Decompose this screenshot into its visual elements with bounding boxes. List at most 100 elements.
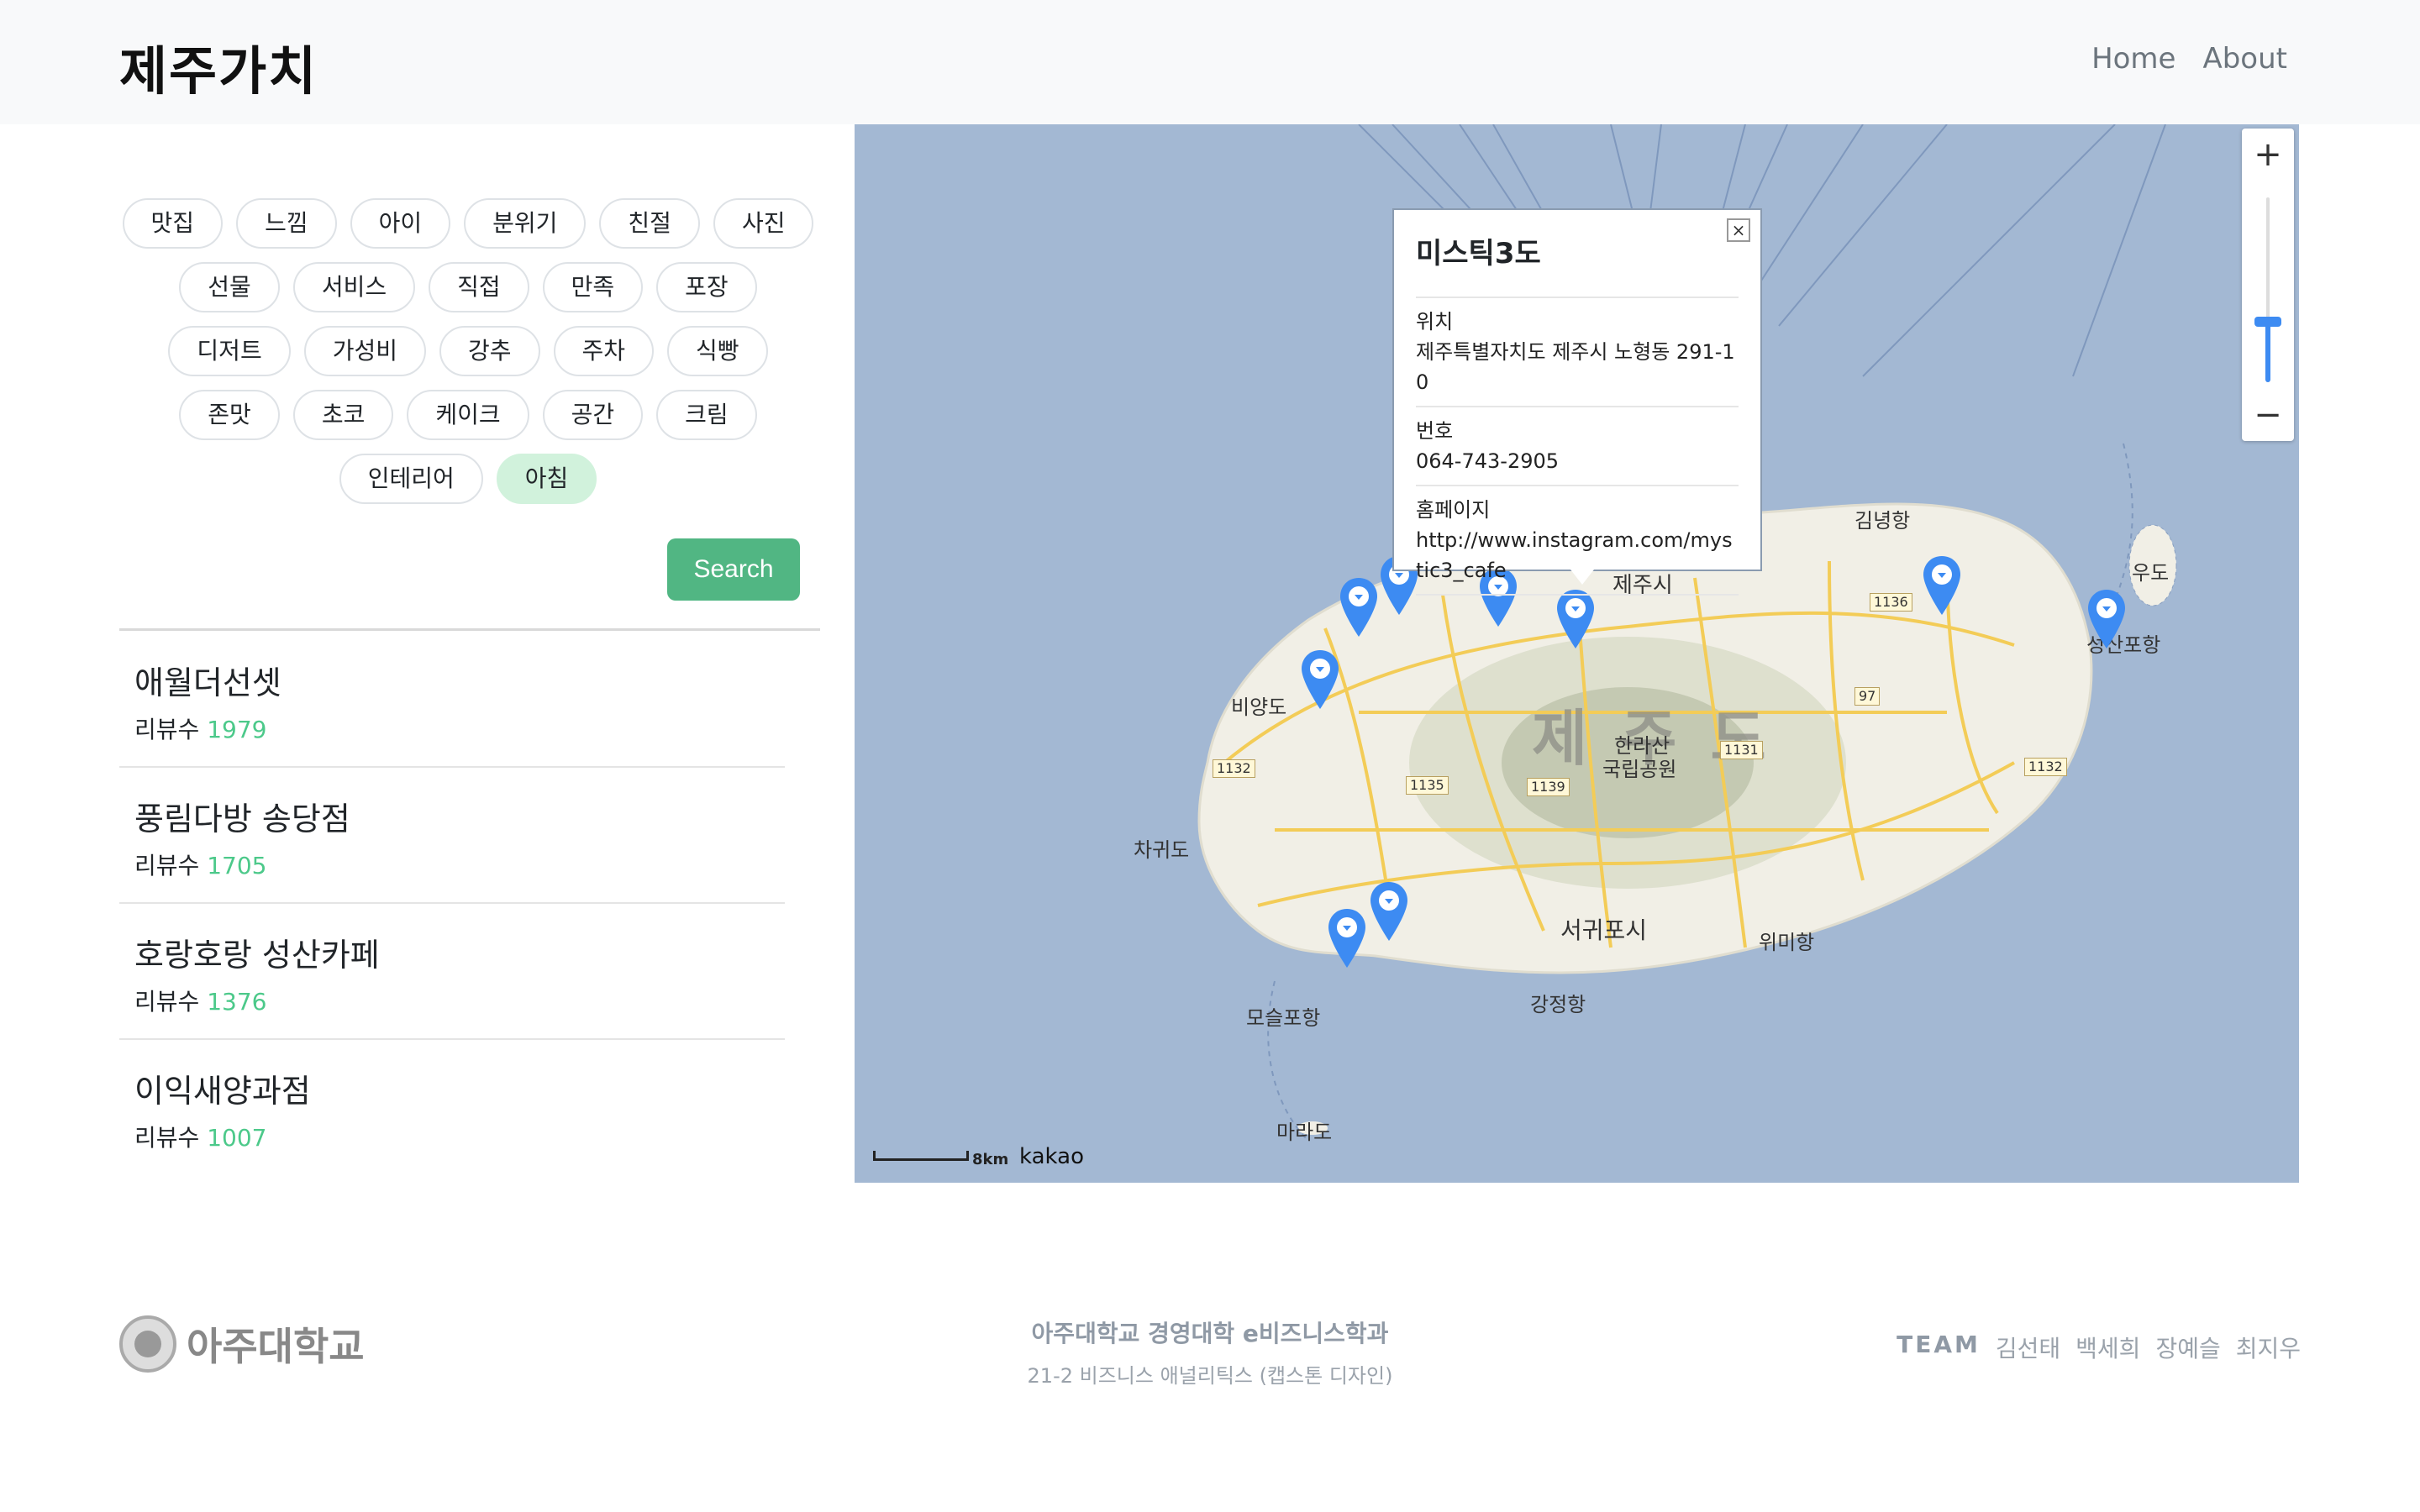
cafe-name: 애월더선셋 [134, 664, 281, 701]
tag-button[interactable]: 선물 [179, 262, 280, 312]
cafe-name: 풍림다방 송당점 [134, 801, 350, 837]
road-number: 1132 [1213, 759, 1255, 778]
tag-button[interactable]: 아이 [350, 198, 451, 249]
tag-button[interactable]: 존맛 [179, 390, 280, 440]
chagwido-label: 차귀도 [1134, 838, 1190, 862]
list-item[interactable]: 풍림다방 송당점 리뷰수 1705 [119, 768, 785, 904]
team-credits: TEAM 김선태 백세희 장예슬 최지우 [1897, 1331, 2301, 1364]
road-number: 1139 [1527, 778, 1570, 796]
tag-button[interactable]: 사진 [713, 198, 814, 249]
keyword-tag-list: 맛집 느낌 아이 분위기 친절 사진 선물 서비스 직접 만족 포장 디저트 가… [119, 198, 817, 517]
list-item[interactable]: 이익새양과점 리뷰수 1007 [119, 1040, 785, 1176]
map-marker-icon[interactable] [1300, 648, 1340, 711]
homepage-link[interactable]: http://www.instagram.com/mystic3_cafe [1416, 525, 1739, 585]
place-info-window: × 미스틱3도 위치 제주특별자치도 제주시 노형동 291-10 번호 064… [1392, 208, 1762, 596]
tag-button[interactable]: 친절 [599, 198, 700, 249]
tag-button[interactable]: 크림 [656, 390, 757, 440]
tag-button[interactable]: 만족 [542, 262, 644, 312]
map-marker-icon[interactable] [1339, 576, 1379, 638]
kakao-logo[interactable]: kakao [1019, 1144, 1084, 1169]
cafe-name: 호랑호랑 성산카페 [134, 937, 380, 974]
team-label: TEAM [1897, 1331, 1981, 1358]
road-number: 1131 [1720, 741, 1763, 759]
info-location-row: 위치 제주특별자치도 제주시 노형동 291-10 [1416, 298, 1739, 407]
university-name: 아주대학교 [187, 1324, 365, 1369]
brand-logo[interactable]: 제주가치 [119, 29, 318, 104]
info-phone-row: 번호 064-743-2905 [1416, 407, 1739, 486]
cafe-name: 이익새양과점 [134, 1073, 311, 1110]
nav-links: Home About [2091, 42, 2287, 76]
phone-value: 064-743-2905 [1416, 449, 1560, 473]
zoom-out-button[interactable]: − [2242, 389, 2294, 441]
map-marker-icon[interactable] [1327, 907, 1367, 969]
nav-home-link[interactable]: Home [2091, 42, 2175, 76]
review-count: 1979 [207, 716, 267, 743]
course-text: 21-2 비즈니스 애널리틱스 (캡스톤 디자인) [1027, 1364, 1393, 1388]
tag-button[interactable]: 디저트 [168, 326, 291, 376]
udo-label: 우도 [2132, 561, 2170, 585]
wimi-label: 위미항 [1759, 931, 1815, 954]
close-icon[interactable]: × [1727, 218, 1750, 242]
zoom-control: + − [2242, 129, 2294, 441]
review-label: 리뷰수 [134, 716, 200, 743]
tag-button-selected[interactable]: 아침 [496, 454, 597, 504]
homepage-label: 홈페이지 [1416, 498, 1491, 522]
tag-button[interactable]: 직접 [429, 262, 529, 312]
tag-button[interactable]: 주차 [553, 326, 655, 376]
nav-about-link[interactable]: About [2202, 42, 2287, 76]
place-title: 미스틱3도 [1416, 230, 1739, 298]
map-marker-icon[interactable] [1922, 554, 1962, 617]
hallasan-park-label: 국립공원 [1602, 758, 1677, 781]
phone-label: 번호 [1416, 419, 1454, 443]
team-member: 최지우 [2235, 1335, 2301, 1362]
top-navbar: 제주가치 Home About [0, 0, 2420, 124]
map-marker-icon[interactable] [2086, 588, 2127, 650]
zoom-slider-fill [2265, 323, 2270, 382]
list-item[interactable]: 애월더선셋 리뷰수 1979 [119, 632, 785, 768]
tag-button[interactable]: 가성비 [303, 326, 426, 376]
divider [119, 628, 820, 631]
review-label: 리뷰수 [134, 852, 200, 879]
tag-button[interactable]: 맛집 [122, 198, 224, 249]
zoom-in-button[interactable]: + [2242, 129, 2294, 181]
tag-button[interactable]: 케이크 [407, 390, 529, 440]
tag-button[interactable]: 포장 [656, 262, 757, 312]
kakao-map[interactable]: 제주도 제주시 서귀포시 한라산 국립공원 우도 성산포항 김녕항 비양도 차귀… [855, 124, 2299, 1183]
tag-button[interactable]: 인테리어 [339, 454, 483, 504]
search-button[interactable]: Search [667, 538, 800, 601]
city-label-seogwipo: 서귀포시 [1560, 916, 1648, 944]
tag-button[interactable]: 느낌 [236, 198, 337, 249]
tag-button[interactable]: 분위기 [464, 198, 587, 249]
moseulpo-label: 모슬포항 [1246, 1006, 1321, 1030]
team-member: 김선태 [1995, 1335, 2061, 1362]
location-label: 위치 [1416, 310, 1454, 333]
result-list: 애월더선셋 리뷰수 1979 풍림다방 송당점 리뷰수 1705 호랑호랑 성산… [119, 632, 785, 1176]
review-count: 1007 [207, 1124, 267, 1152]
map-marker-icon[interactable] [1369, 880, 1409, 942]
road-number: 97 [1854, 687, 1881, 706]
location-value: 제주특별자치도 제주시 노형동 291-10 [1416, 340, 1735, 394]
map-marker-selected-icon[interactable] [1555, 588, 1596, 650]
tag-button[interactable]: 초코 [292, 390, 394, 440]
list-item[interactable]: 호랑호랑 성산카페 리뷰수 1376 [119, 904, 785, 1040]
team-member: 장예슬 [2155, 1335, 2221, 1362]
team-member: 백세희 [2075, 1335, 2141, 1362]
road-number: 1136 [1870, 593, 1912, 612]
tag-button[interactable]: 강추 [439, 326, 540, 376]
road-number: 1132 [2024, 758, 2067, 776]
department-text: 아주대학교 경영대학 e비즈니스학과 [1031, 1320, 1389, 1347]
review-label: 리뷰수 [134, 1124, 200, 1152]
tag-button[interactable]: 공간 [542, 390, 644, 440]
marado-label: 마라도 [1276, 1121, 1333, 1144]
review-count: 1376 [207, 988, 267, 1016]
gimnyeong-label: 김녕항 [1854, 509, 1911, 533]
road-number: 1135 [1406, 776, 1449, 795]
review-count: 1705 [207, 852, 267, 879]
tag-button[interactable]: 서비스 [292, 262, 416, 312]
university-seal-icon [119, 1315, 176, 1373]
biyangdo-label: 비양도 [1231, 696, 1287, 719]
university-logo: 아주대학교 [119, 1315, 365, 1373]
scale-label: 8km [972, 1151, 1009, 1168]
zoom-slider-handle[interactable] [2254, 317, 2281, 327]
tag-button[interactable]: 식빵 [667, 326, 768, 376]
